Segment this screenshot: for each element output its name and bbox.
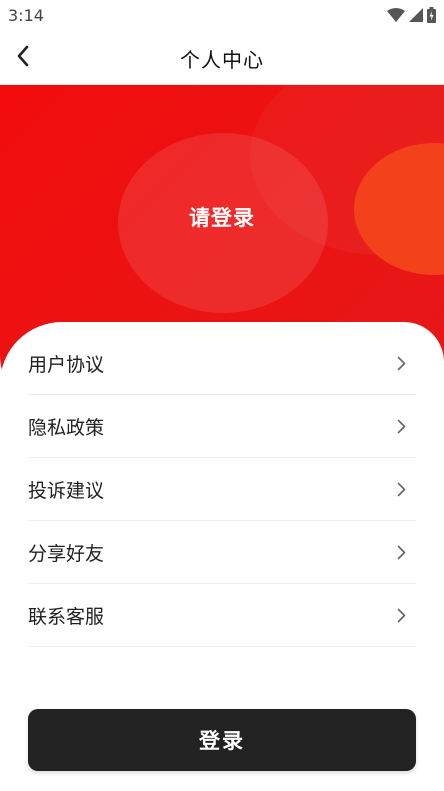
wifi-icon [387, 8, 405, 22]
page-title: 个人中心 [180, 48, 264, 72]
menu-item-contact-support[interactable]: 联系客服 [28, 584, 416, 647]
menu-item-label: 投诉建议 [28, 479, 105, 502]
menu-item-label: 用户协议 [28, 353, 105, 376]
chevron-right-icon [397, 545, 406, 564]
chevron-right-icon [397, 356, 406, 375]
menu-item-label: 联系客服 [28, 605, 105, 628]
menu-item-label: 隐私政策 [28, 416, 105, 439]
menu-item-complaints[interactable]: 投诉建议 [28, 458, 416, 521]
chevron-right-icon [397, 419, 406, 438]
battery-icon [427, 7, 436, 23]
login-button[interactable]: 登录 [28, 709, 416, 771]
menu-item-share-friends[interactable]: 分享好友 [28, 521, 416, 584]
signal-icon [409, 8, 423, 22]
menu-item-user-agreement[interactable]: 用户协议 [28, 332, 416, 395]
status-icons [387, 7, 436, 23]
menu-item-privacy-policy[interactable]: 隐私政策 [28, 395, 416, 458]
nav-bar: 个人中心 [0, 30, 444, 85]
chevron-right-icon [397, 482, 406, 501]
login-prompt[interactable]: 请登录 [0, 202, 444, 232]
chevron-right-icon [397, 608, 406, 627]
status-bar: 3:14 [0, 0, 444, 30]
menu-list: 用户协议 隐私政策 投诉建议 分享好友 联系客服 [28, 332, 416, 647]
menu-item-label: 分享好友 [28, 542, 105, 565]
status-time: 3:14 [8, 6, 44, 25]
